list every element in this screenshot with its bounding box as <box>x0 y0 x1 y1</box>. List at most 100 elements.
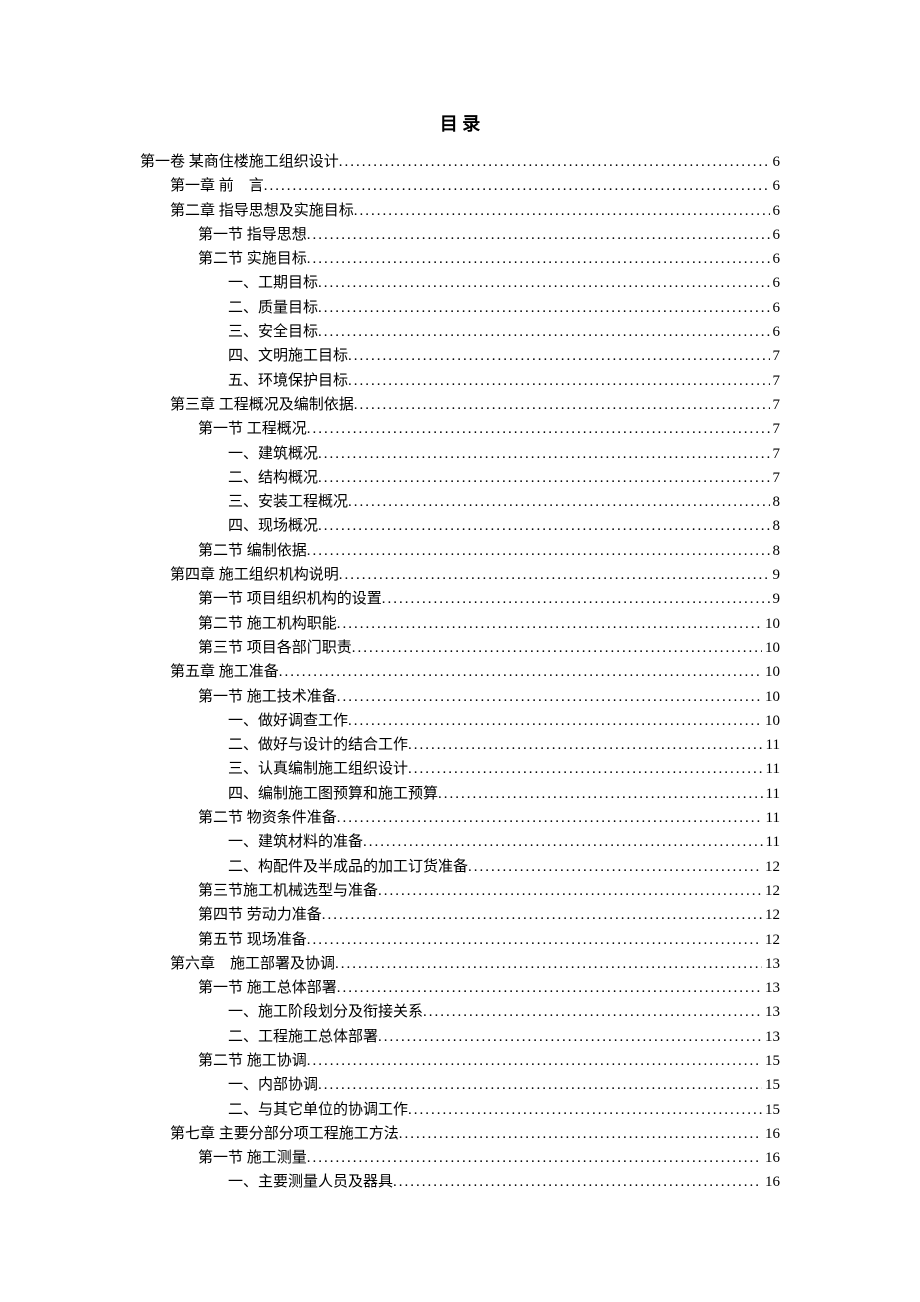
toc-entry-label: 一、内部协调 <box>228 1073 318 1097</box>
toc-entry-page: 11 <box>763 806 780 830</box>
toc-entry-page: 15 <box>762 1098 780 1122</box>
toc-entry-page: 13 <box>762 952 780 976</box>
toc-leader-dots <box>307 1049 762 1073</box>
toc-leader-dots <box>318 296 769 320</box>
toc-entry-label: 一、建筑材料的准备 <box>228 830 363 854</box>
toc-entry-page: 6 <box>770 199 781 223</box>
toc-entry: 四、编制施工图预算和施工预算 11 <box>140 782 780 806</box>
toc-entry-label: 一、工期目标 <box>228 271 318 295</box>
toc-leader-dots <box>337 685 762 709</box>
toc-entry-label: 五、环境保护目标 <box>228 369 348 393</box>
toc-entry-label: 四、现场概况 <box>228 514 318 538</box>
toc-leader-dots <box>348 369 769 393</box>
toc-entry-label: 一、建筑概况 <box>228 442 318 466</box>
toc-leader-dots <box>348 709 762 733</box>
toc-leader-dots <box>337 806 763 830</box>
toc-entry-label: 第一节 施工总体部署 <box>198 976 337 1000</box>
toc-entry: 一、做好调查工作 10 <box>140 709 780 733</box>
toc-entry-page: 10 <box>762 636 780 660</box>
toc-entry-page: 11 <box>763 733 780 757</box>
toc-entry-label: 第五章 施工准备 <box>170 660 279 684</box>
toc-leader-dots <box>318 1073 762 1097</box>
toc-entry-page: 6 <box>770 271 781 295</box>
toc-entry-page: 10 <box>762 612 780 636</box>
toc-entry: 第二节 实施目标6 <box>140 247 780 271</box>
toc-entry: 第七章 主要分部分项工程施工方法16 <box>140 1122 780 1146</box>
toc-entry-label: 四、编制施工图预算和施工预算 <box>228 782 438 806</box>
toc-entry-label: 第四章 施工组织机构说明 <box>170 563 339 587</box>
toc-entry-label: 一、施工阶段划分及衔接关系 <box>228 1000 423 1024</box>
toc-entry-page: 16 <box>762 1146 780 1170</box>
toc-leader-dots <box>264 174 770 198</box>
toc-leader-dots <box>307 417 770 441</box>
toc-entry-page: 6 <box>770 320 781 344</box>
toc-entry: 四、现场概况8 <box>140 514 780 538</box>
toc-entry-page: 12 <box>762 928 780 952</box>
toc-entry-label: 第一节 指导思想 <box>198 223 307 247</box>
toc-entry-label: 二、结构概况 <box>228 466 318 490</box>
toc-entry-label: 二、质量目标 <box>228 296 318 320</box>
toc-entry: 一、工期目标 6 <box>140 271 780 295</box>
toc-entry-page: 9 <box>770 587 781 611</box>
toc-entry: 第三章 工程概况及编制依据7 <box>140 393 780 417</box>
toc-entry-page: 10 <box>762 709 780 733</box>
toc-entry-page: 13 <box>762 976 780 1000</box>
toc-entry-label: 第六章 施工部署及协调 <box>170 952 335 976</box>
toc-entry-label: 二、工程施工总体部署 <box>228 1025 378 1049</box>
toc-entry: 二、与其它单位的协调工作 15 <box>140 1098 780 1122</box>
toc-entry: 第二节 施工机构职能10 <box>140 612 780 636</box>
toc-entry-page: 12 <box>762 903 780 927</box>
toc-leader-dots <box>318 514 769 538</box>
toc-leader-dots <box>408 757 763 781</box>
toc-entry: 三、安装工程概况8 <box>140 490 780 514</box>
toc-entry-page: 8 <box>770 539 781 563</box>
toc-leader-dots <box>408 1098 762 1122</box>
toc-leader-dots <box>352 636 762 660</box>
toc-entry: 第一节 施工总体部署 13 <box>140 976 780 1000</box>
toc-entry-page: 13 <box>762 1000 780 1024</box>
toc-entry: 第一节 工程概况7 <box>140 417 780 441</box>
toc-leader-dots <box>363 830 763 854</box>
toc-entry-label: 第二节 实施目标 <box>198 247 307 271</box>
toc-entry-label: 三、安全目标 <box>228 320 318 344</box>
toc-entry: 一、施工阶段划分及衔接关系 13 <box>140 1000 780 1024</box>
toc-entry: 第六章 施工部署及协调 13 <box>140 952 780 976</box>
toc-leader-dots <box>318 320 769 344</box>
toc-entry-label: 三、认真编制施工组织设计 <box>228 757 408 781</box>
toc-entry-label: 二、与其它单位的协调工作 <box>228 1098 408 1122</box>
toc-entry-label: 一、做好调查工作 <box>228 709 348 733</box>
toc-leader-dots <box>307 1146 762 1170</box>
toc-entry-label: 第七章 主要分部分项工程施工方法 <box>170 1122 399 1146</box>
toc-entry: 一、内部协调15 <box>140 1073 780 1097</box>
toc-entry-page: 7 <box>770 344 781 368</box>
toc-leader-dots <box>337 612 762 636</box>
toc-entry-page: 6 <box>770 296 781 320</box>
toc-leader-dots <box>354 393 770 417</box>
toc-entry: 第四章 施工组织机构说明 9 <box>140 563 780 587</box>
toc-entry-page: 9 <box>770 563 781 587</box>
toc-entry-label: 第五节 现场准备 <box>198 928 307 952</box>
toc-entry-page: 7 <box>770 369 781 393</box>
toc-leader-dots <box>438 782 763 806</box>
toc-leader-dots <box>335 952 762 976</box>
toc-leader-dots <box>307 223 770 247</box>
toc-leader-dots <box>423 1000 762 1024</box>
toc-entry-page: 10 <box>762 685 780 709</box>
toc-leader-dots <box>408 733 763 757</box>
toc-entry-page: 11 <box>763 782 780 806</box>
toc-leader-dots <box>378 879 762 903</box>
toc-entry-label: 第四节 劳动力准备 <box>198 903 322 927</box>
toc-title: 目 录 <box>140 110 780 136</box>
toc-leader-dots <box>307 539 770 563</box>
toc-entry-label: 第一节 施工测量 <box>198 1146 307 1170</box>
toc-entry-page: 11 <box>763 757 780 781</box>
toc-leader-dots <box>318 466 769 490</box>
toc-entry-label: 二、构配件及半成品的加工订货准备 <box>228 855 468 879</box>
toc-entry-page: 11 <box>763 830 780 854</box>
toc-entry-label: 第三节 项目各部门职责 <box>198 636 352 660</box>
toc-entry: 二、结构概况7 <box>140 466 780 490</box>
toc-entry-label: 第二节 物资条件准备 <box>198 806 337 830</box>
toc-entry: 第五章 施工准备10 <box>140 660 780 684</box>
toc-leader-dots <box>307 247 770 271</box>
toc-entry: 第三节施工机械选型与准备12 <box>140 879 780 903</box>
